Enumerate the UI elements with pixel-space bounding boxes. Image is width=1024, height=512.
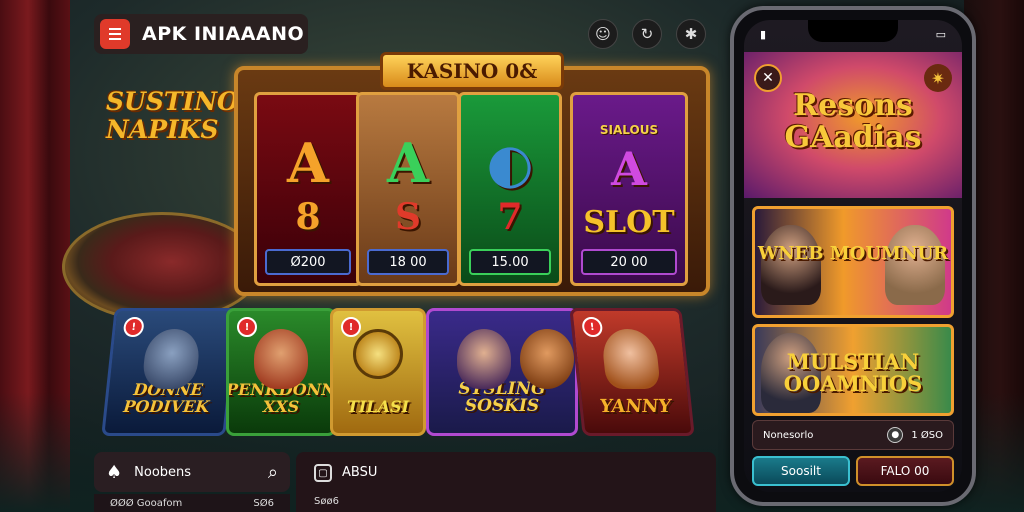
card-badge: ! bbox=[581, 317, 604, 337]
coin-icon bbox=[353, 329, 403, 379]
reel-label: SIALOUS bbox=[599, 123, 659, 137]
reel-symbol-secondary: SLOT bbox=[583, 205, 675, 240]
aux-sub: Søø6 bbox=[314, 496, 339, 507]
reel-symbol-secondary: S bbox=[395, 196, 421, 238]
game-card-1[interactable]: ! DONNE PODIVEK bbox=[101, 308, 239, 436]
bottom-search-bar[interactable]: ♠ Noobens ⌕ bbox=[94, 452, 290, 492]
battery-icon: ▭ bbox=[935, 27, 946, 41]
phone-screen: ✕ ✷ Resons GAadias ▮ ▭ WNEB MOUMNUR MULS… bbox=[744, 20, 962, 492]
phone-hero-title: Resons GAadias bbox=[784, 88, 922, 155]
game-card-5[interactable]: ! YANNY bbox=[569, 308, 695, 436]
character-portrait bbox=[457, 329, 512, 389]
bottom-left-text: ØØØ Gooafom bbox=[110, 497, 183, 509]
reel-symbol: A bbox=[387, 131, 429, 195]
reel-value: 15.00 bbox=[469, 249, 551, 275]
slot-reel-1[interactable]: A 8 Ø200 bbox=[254, 92, 362, 286]
game-card-3[interactable]: ! TILASI bbox=[330, 308, 426, 436]
roulette-table-decoration bbox=[62, 212, 262, 322]
character-portrait bbox=[254, 329, 308, 389]
phone-status-bar: ▮ ▭ bbox=[744, 20, 962, 48]
slot-reel-3[interactable]: ◐ 7 15.00 bbox=[458, 92, 562, 286]
reel-symbol-secondary: 7 bbox=[497, 196, 523, 238]
slot-reel-4[interactable]: SIALOUS A SLOT 20 00 bbox=[570, 92, 688, 286]
close-icon[interactable]: ✕ bbox=[754, 64, 782, 92]
search-label: Noobens bbox=[134, 464, 192, 480]
phone-info-row: Nonesorlo ● 1 ØSO bbox=[752, 420, 954, 450]
card-title: TILASI bbox=[346, 397, 410, 416]
side-banner-title: SUSTINO NAPIKS bbox=[106, 87, 239, 144]
card-badge: ! bbox=[341, 317, 361, 337]
game-card-2[interactable]: ! PENKDONN XXS bbox=[226, 308, 336, 436]
card-badge: ! bbox=[237, 317, 257, 337]
slot-reel-2[interactable]: A S 18 00 bbox=[356, 92, 460, 286]
phone-secondary-button[interactable]: FALO 00 bbox=[856, 456, 954, 486]
aux-panel[interactable]: ▢ ABSU Søø6 bbox=[296, 452, 716, 512]
app-header: APK INIAAANO bbox=[94, 14, 308, 54]
bottom-right-text: SØ6 bbox=[253, 497, 274, 509]
reel-symbol-secondary: 8 bbox=[295, 196, 321, 238]
info-label: Nonesorlo bbox=[763, 429, 814, 441]
search-icon[interactable]: ⌕ bbox=[268, 462, 278, 483]
lock-icon: ▢ bbox=[314, 464, 332, 482]
cards-icon[interactable]: ♠ bbox=[106, 462, 122, 483]
signal-icon: ▮ bbox=[760, 27, 767, 41]
reel-symbol: ◐ bbox=[486, 131, 534, 195]
phone-primary-button[interactable]: Soosilt bbox=[752, 456, 850, 486]
phone-hero-banner[interactable]: ✕ ✷ Resons GAadias bbox=[744, 52, 962, 198]
star-icon[interactable]: ✱ bbox=[676, 19, 706, 49]
phone-mockup: ✕ ✷ Resons GAadias ▮ ▭ WNEB MOUMNUR MULS… bbox=[730, 6, 976, 506]
aux-label: ABSU bbox=[342, 465, 378, 480]
phone-promo-card-1[interactable]: WNEB MOUMNUR bbox=[752, 206, 954, 318]
reel-value: 20 00 bbox=[581, 249, 677, 275]
reel-symbol: A bbox=[287, 131, 329, 195]
reel-value: Ø200 bbox=[265, 249, 351, 275]
bottom-info-row: ØØØ Gooafom SØ6 bbox=[94, 494, 290, 512]
reel-symbol: A bbox=[611, 142, 647, 196]
character-portrait bbox=[885, 225, 945, 305]
info-value: 1 ØSO bbox=[911, 429, 943, 441]
promo-card-title: MULSTIAN OOAMNIOS bbox=[783, 349, 923, 396]
character-portrait bbox=[519, 329, 574, 389]
phone-promo-card-2[interactable]: MULSTIAN OOAMNIOS bbox=[752, 324, 954, 416]
refresh-icon[interactable]: ↻ bbox=[632, 19, 662, 49]
hamburger-icon[interactable] bbox=[100, 19, 130, 49]
app-title: APK INIAAANO bbox=[142, 23, 305, 45]
card-badge: ! bbox=[122, 317, 145, 337]
character-portrait bbox=[761, 225, 821, 305]
slot-title: KASINO 0& bbox=[380, 52, 564, 90]
game-card-4[interactable]: STSLING SOSKIS bbox=[426, 308, 578, 436]
gear-icon[interactable]: ✷ bbox=[924, 64, 952, 92]
smile-icon[interactable]: ☺ bbox=[588, 19, 618, 49]
character-portrait bbox=[600, 329, 661, 389]
card-title: YANNY bbox=[598, 396, 673, 417]
promo-card-title: WNEB MOUMNUR bbox=[757, 243, 949, 264]
info-icon: ● bbox=[887, 427, 904, 443]
reel-value: 18 00 bbox=[367, 249, 449, 275]
